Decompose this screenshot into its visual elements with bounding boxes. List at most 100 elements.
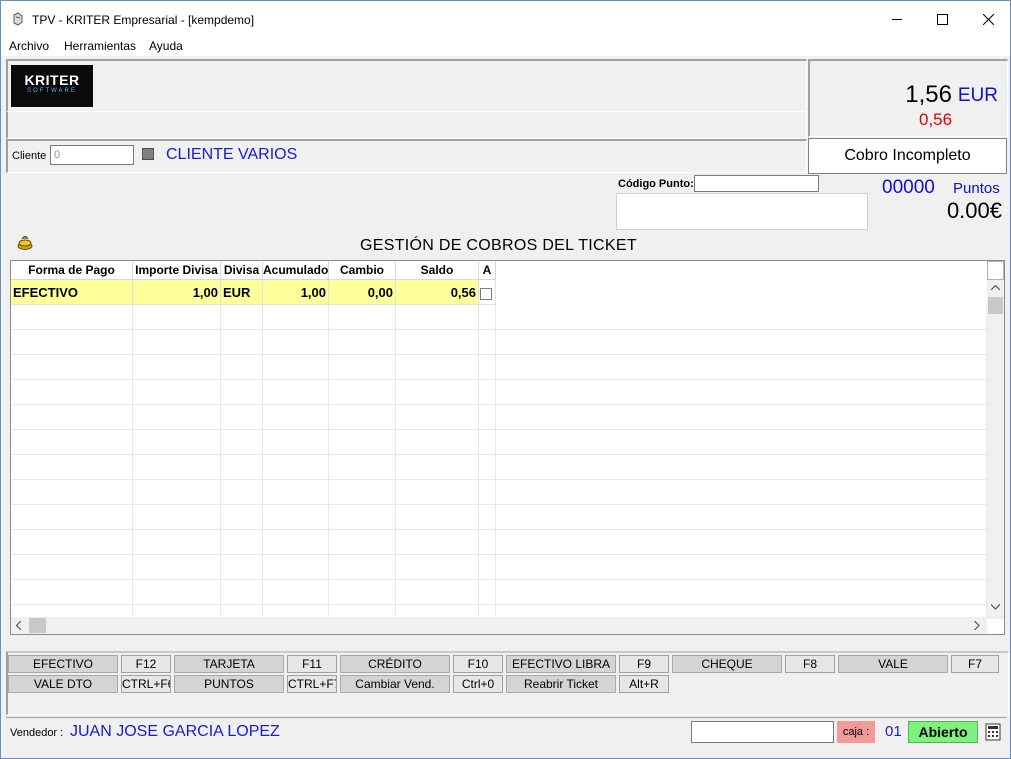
col-cambio[interactable]: Cambio (329, 261, 396, 280)
calculator-icon[interactable] (985, 723, 1001, 741)
kriter-logo: KRITER SOFTWARE (11, 65, 93, 107)
col-importe-divisa[interactable]: Importe Divisa (133, 261, 221, 280)
empty-cell (11, 505, 133, 530)
client-label: Cliente (12, 150, 47, 162)
client-checkbox[interactable] (142, 148, 154, 160)
empty-cell (133, 505, 221, 530)
minimize-button[interactable] (874, 1, 920, 37)
empty-cell (329, 405, 396, 430)
empty-cell (133, 430, 221, 455)
title-bar: TPV - KRITER Empresarial - [kempdemo] (1, 1, 1010, 37)
points-value: 00000 (882, 177, 935, 198)
scroll-right-icon[interactable] (974, 621, 980, 630)
empty-cell (329, 430, 396, 455)
empty-cell (263, 530, 329, 555)
empty-cell (263, 455, 329, 480)
vertical-scrollbar[interactable] (987, 261, 1004, 619)
btn-credito[interactable]: CRÉDITO (340, 655, 450, 673)
codigo-punto-area (616, 193, 868, 230)
empty-cell (496, 380, 987, 405)
scroll-left-icon[interactable] (16, 621, 22, 630)
empty-cell (396, 380, 479, 405)
menu-herramientas[interactable]: Herramientas (64, 39, 136, 53)
key-alt-r: Alt+R (619, 675, 669, 693)
empty-cell (263, 355, 329, 380)
codigo-punto-input[interactable] (694, 175, 819, 192)
btn-efectivo[interactable]: EFECTIVO (8, 655, 118, 673)
maximize-button[interactable] (919, 1, 965, 37)
menu-ayuda[interactable]: Ayuda (149, 39, 183, 53)
empty-row (11, 330, 987, 355)
close-button[interactable] (965, 1, 1011, 37)
caja-label: caja : (837, 721, 875, 743)
empty-cell (329, 530, 396, 555)
empty-cell (496, 455, 987, 480)
total-currency: EUR (957, 85, 998, 106)
menu-bar: Archivo Herramientas Ayuda (1, 37, 1010, 56)
close-icon (982, 13, 994, 25)
empty-cell (221, 305, 263, 330)
key-f10: F10 (453, 655, 503, 673)
col-acumulado[interactable]: Acumulado (263, 261, 329, 280)
btn-puntos[interactable]: PUNTOS (174, 675, 284, 693)
barcode-input[interactable] (691, 721, 834, 743)
empty-cell (263, 555, 329, 580)
maximize-icon (936, 13, 948, 25)
empty-cell (396, 430, 479, 455)
btn-reabrir-ticket[interactable]: Reabrir Ticket (506, 675, 616, 693)
scroll-up-icon[interactable] (991, 285, 1000, 291)
empty-cell (396, 405, 479, 430)
col-divisa[interactable]: Divisa (221, 261, 263, 280)
empty-cell (329, 305, 396, 330)
hscroll-thumb[interactable] (29, 618, 46, 633)
scroll-corner (987, 261, 1004, 280)
empty-cell (11, 405, 133, 430)
empty-cell (11, 355, 133, 380)
empty-cell (479, 405, 496, 430)
btn-efectivo-libra[interactable]: EFECTIVO LIBRA (506, 655, 616, 673)
vendor-name: JUAN JOSE GARCIA LOPEZ (70, 723, 280, 740)
window-title: TPV - KRITER Empresarial - [kempdemo] (32, 13, 255, 27)
empty-cell (479, 505, 496, 530)
empty-cell (11, 480, 133, 505)
empty-cell (479, 530, 496, 555)
points-label: Puntos (953, 180, 1000, 197)
client-code-input[interactable]: 0 (50, 145, 134, 165)
horizontal-scrollbar[interactable] (11, 617, 987, 634)
menu-archivo[interactable]: Archivo (9, 39, 49, 53)
col-saldo[interactable]: Saldo (396, 261, 479, 280)
empty-cell (479, 330, 496, 355)
empty-cell (263, 405, 329, 430)
empty-cell (496, 530, 987, 555)
empty-cell (496, 580, 987, 605)
app-icon (13, 12, 23, 26)
btn-cheque[interactable]: CHEQUE (672, 655, 782, 673)
empty-cell (221, 430, 263, 455)
function-keys-row-2: VALE DTO CTRL+F6 PUNTOS CTRL+F7 Cambiar … (8, 675, 669, 693)
empty-row (11, 580, 987, 605)
empty-row (11, 455, 987, 480)
empty-cell (496, 405, 987, 430)
empty-cell (263, 330, 329, 355)
empty-cell (496, 505, 987, 530)
btn-cambiar-vend[interactable]: Cambiar Vend. (340, 675, 450, 693)
btn-tarjeta[interactable]: TARJETA (174, 655, 284, 673)
empty-cell (396, 330, 479, 355)
minimize-icon (891, 18, 902, 20)
empty-cell (221, 580, 263, 605)
scroll-down-icon[interactable] (991, 604, 1000, 610)
row-a-checkbox[interactable] (480, 287, 492, 300)
key-f11: F11 (287, 655, 337, 673)
empty-cell (496, 305, 987, 330)
empty-cell (496, 330, 987, 355)
scroll-thumb[interactable] (988, 297, 1003, 314)
empty-cell (263, 580, 329, 605)
empty-cell (133, 405, 221, 430)
table-row[interactable]: EFECTIVO 1,00 EUR 1,00 0,00 0,56 (11, 280, 496, 305)
btn-vale-dto[interactable]: VALE DTO (8, 675, 118, 693)
btn-vale[interactable]: VALE (838, 655, 948, 673)
empty-cell (263, 305, 329, 330)
col-a[interactable]: A (479, 261, 496, 280)
empty-cell (11, 305, 133, 330)
col-forma-pago[interactable]: Forma de Pago (11, 261, 133, 280)
